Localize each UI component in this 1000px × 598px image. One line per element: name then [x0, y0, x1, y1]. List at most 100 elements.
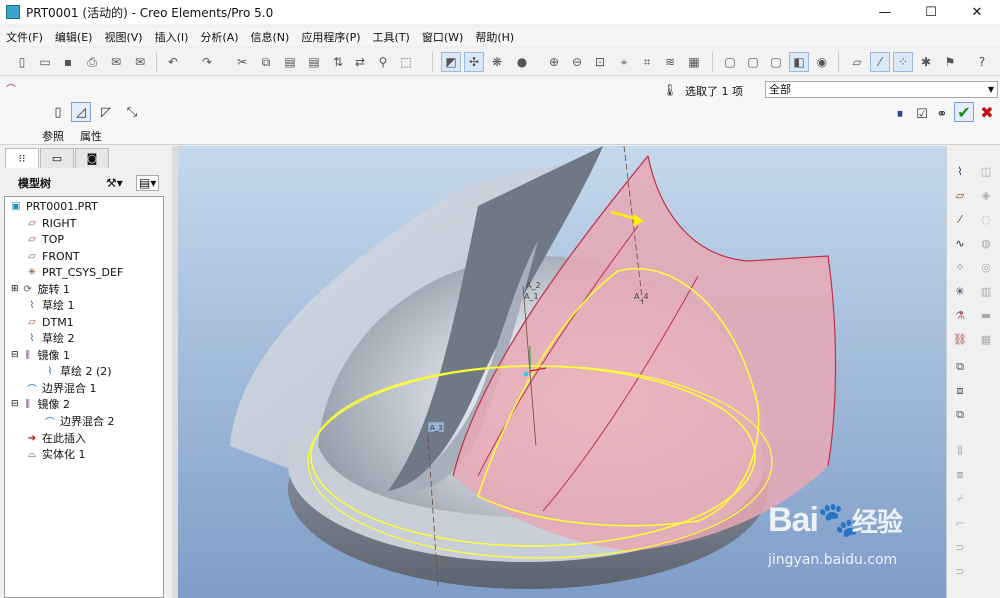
tree-settings-icon[interactable]: ⚒▾ — [106, 176, 123, 190]
shading-icon[interactable]: ◧ — [789, 52, 809, 72]
toolbar-separator — [432, 52, 433, 72]
regenerate-icon[interactable]: ⇅ — [328, 52, 348, 72]
analysis-tool-icon[interactable]: ⚗ — [951, 306, 969, 324]
sketch-tool-icon[interactable]: ⌇ — [951, 162, 969, 180]
find-icon[interactable]: ⚲ — [373, 52, 393, 72]
menu-help[interactable]: 帮助(H) — [469, 29, 520, 45]
tree-columns-icon[interactable]: ▤▾ — [136, 175, 160, 191]
redraw-icon[interactable]: ◩ — [441, 52, 461, 72]
reorient-icon[interactable]: ⌖ — [614, 52, 634, 72]
saved-views-icon[interactable]: ⌗ — [637, 52, 657, 72]
tree-item-boundary-blend-1[interactable]: ⌒ 边界混合 1 — [25, 380, 97, 396]
refit-icon[interactable]: ⊡ — [590, 52, 610, 72]
reference-tool-icon[interactable]: ⛓ — [951, 330, 969, 348]
tree-item-dtm1[interactable]: ▱ DTM1 — [25, 314, 74, 330]
no-hidden-icon[interactable]: ▢ — [766, 52, 786, 72]
csys-display-icon[interactable]: ✱ — [916, 52, 936, 72]
accept-icon[interactable]: ✔ — [954, 102, 974, 122]
menu-info[interactable]: 信息(N) — [245, 29, 296, 45]
print-icon[interactable]: ⎙ — [82, 52, 102, 72]
solid-option-icon[interactable]: ▯ — [48, 102, 68, 122]
tab-folder-browser[interactable]: ▭ — [40, 148, 74, 168]
select-box-icon[interactable]: ⬚ — [396, 52, 416, 72]
tree-item-sketch-1[interactable]: ⌇ 草绘 1 — [25, 297, 75, 313]
tab-model-tree[interactable]: ⁝⁝ — [5, 148, 39, 168]
tab-favorites[interactable]: ◙ — [75, 148, 109, 168]
csys-tool-icon[interactable]: ✳ — [951, 282, 969, 300]
cut-icon[interactable]: ✂ — [232, 52, 252, 72]
datum-axis-tool-icon[interactable]: ⁄ — [951, 210, 969, 228]
menu-analysis[interactable]: 分析(A) — [194, 29, 244, 45]
enhanced-realism-icon[interactable]: ◉ — [812, 52, 832, 72]
flip-direction-icon[interactable]: ⤡ — [122, 102, 142, 122]
paste-special-icon[interactable]: ▤ — [304, 52, 324, 72]
preview-glasses-icon[interactable]: ⚭ — [932, 104, 952, 124]
datum-curve-tool-icon[interactable]: ∿ — [951, 234, 969, 252]
tree-item-sketch-2[interactable]: ⌇ 草绘 2 — [25, 330, 75, 346]
collapse-icon[interactable]: ⊟ — [11, 350, 19, 360]
redo-icon[interactable]: ↷ — [197, 52, 217, 72]
plane-display-icon[interactable]: ▱ — [847, 52, 867, 72]
tree-item-csys[interactable]: ✳ PRT_CSYS_DEF — [25, 264, 124, 280]
annotation-display-icon[interactable]: ⚑ — [940, 52, 960, 72]
tree-item-sketch-2-2[interactable]: ⌇ 草绘 2 (2) — [43, 363, 112, 379]
open-icon[interactable]: ▭ — [35, 52, 55, 72]
copy-geometry-icon[interactable]: ⧉ — [951, 358, 969, 376]
menu-applications[interactable]: 应用程序(P) — [295, 29, 366, 45]
minimize-button[interactable]: — — [862, 0, 908, 24]
paste-icon[interactable]: ▤ — [280, 52, 300, 72]
new-icon[interactable]: ▯ — [12, 52, 32, 72]
tree-item-solidify-1[interactable]: ⌓ 实体化 1 — [25, 446, 85, 462]
mail-attach-icon[interactable]: ✉ — [130, 52, 150, 72]
context-help-icon[interactable]: ? — [972, 52, 992, 72]
tree-item-mirror-1[interactable]: ⊟ ⫼ 镜像 1 — [11, 347, 70, 363]
zoom-in-icon[interactable]: ⊕ — [544, 52, 564, 72]
pattern-icon[interactable]: ⧈ — [951, 382, 969, 400]
tree-item-right[interactable]: ▱ RIGHT — [25, 215, 76, 231]
axis-display-icon[interactable]: ⁄ — [870, 52, 890, 72]
replace-surface-icon[interactable]: ◸ — [96, 102, 116, 122]
menu-window[interactable]: 窗口(W) — [416, 29, 469, 45]
close-button[interactable]: ✕ — [954, 0, 1000, 24]
zoom-out-icon[interactable]: ⊖ — [567, 52, 587, 72]
surface-option-icon[interactable]: ◿ — [71, 102, 91, 122]
layers-icon[interactable]: ≋ — [660, 52, 680, 72]
point-display-icon[interactable]: ⁘ — [893, 52, 913, 72]
menu-tools[interactable]: 工具(T) — [367, 29, 416, 45]
menu-insert[interactable]: 插入(I) — [149, 29, 195, 45]
orient-mode-icon[interactable]: ❋ — [487, 52, 507, 72]
wireframe-icon[interactable]: ▢ — [720, 52, 740, 72]
tab-references[interactable]: 参照 — [42, 128, 64, 144]
tree-item-mirror-2[interactable]: ⊟ ⫼ 镜像 2 — [11, 396, 70, 412]
appearance-icon[interactable]: ● — [512, 52, 532, 72]
expand-icon[interactable]: ⊞ — [11, 284, 19, 294]
tree-item-top[interactable]: ▱ TOP — [25, 231, 64, 247]
datum-plane-tool-icon[interactable]: ▱ — [951, 186, 969, 204]
pause-icon[interactable]: ⏸ — [890, 104, 910, 124]
menu-view[interactable]: 视图(V) — [98, 29, 148, 45]
verify-icon[interactable]: ☑ — [912, 104, 932, 124]
tab-properties[interactable]: 属性 — [80, 128, 102, 144]
menu-edit[interactable]: 编辑(E) — [49, 29, 99, 45]
menu-file[interactable]: 文件(F) — [0, 29, 49, 45]
view-manager-icon[interactable]: ▦ — [684, 52, 704, 72]
spin-center-icon[interactable]: ✣ — [464, 52, 484, 72]
maximize-button[interactable]: ☐ — [908, 0, 954, 24]
collapse-icon[interactable]: ⊟ — [11, 399, 19, 409]
save-icon[interactable]: ▪ — [58, 52, 78, 72]
cancel-icon[interactable]: ✖ — [977, 102, 997, 122]
tree-item-part[interactable]: ▣ PRT0001.PRT — [9, 198, 98, 214]
revolve-icon: ⟳ — [23, 283, 32, 295]
tree-item-insert-here[interactable]: ➔ 在此插入 — [25, 430, 86, 446]
selection-filter[interactable]: 全部 ▼ — [765, 81, 998, 98]
tree-item-boundary-blend-2[interactable]: ⌒ 边界混合 2 — [43, 413, 115, 429]
undo-icon[interactable]: ↶ — [163, 52, 183, 72]
regen-manager-icon[interactable]: ⇄ — [350, 52, 370, 72]
tree-item-front[interactable]: ▱ FRONT — [25, 248, 79, 264]
copy-icon[interactable]: ⧉ — [256, 52, 276, 72]
tree-item-revolve-1[interactable]: ⊞ ⟳ 旋转 1 — [11, 281, 70, 297]
mail-icon[interactable]: ✉ — [106, 52, 126, 72]
datum-point-tool-icon[interactable]: ⁘ — [951, 258, 969, 276]
hidden-line-icon[interactable]: ▢ — [743, 52, 763, 72]
group-icon[interactable]: ⧉ — [951, 406, 969, 424]
